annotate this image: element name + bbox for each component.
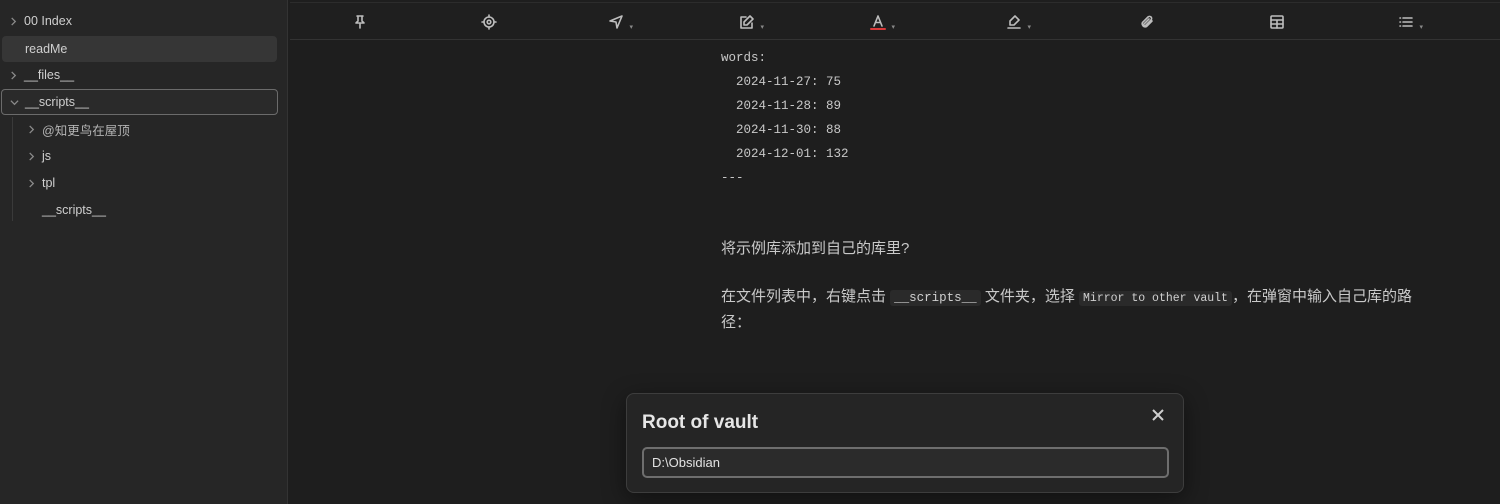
- navigate-icon: [609, 15, 623, 29]
- tree-item-label: __files__: [24, 68, 75, 82]
- file-explorer-sidebar: 00 Index readMe __files__ __scripts__ @知…: [0, 0, 288, 504]
- chevron-right-icon[interactable]: [6, 14, 20, 28]
- tree-item-author-folder[interactable]: @知更鸟在屋顶: [24, 116, 276, 142]
- locate-button[interactable]: [477, 12, 501, 32]
- target-icon: [481, 14, 497, 30]
- text-color-button[interactable]: ▾: [866, 12, 895, 32]
- list-button[interactable]: ▾: [1394, 12, 1423, 32]
- instruction-paragraph: 在文件列表中，右键点击 __scripts__ 文件夹，选择 Mirror to…: [721, 285, 1421, 335]
- instruction-text: 文件夹，选择: [980, 288, 1080, 305]
- tree-item-label: 00 Index: [24, 14, 72, 28]
- tree-item-scripts-file[interactable]: __scripts__: [42, 197, 276, 223]
- tree-item-readme[interactable]: readMe: [2, 36, 277, 62]
- tree-item-js[interactable]: js: [24, 143, 276, 169]
- instruction-text: 在文件列表中，右键点击: [721, 288, 891, 305]
- close-icon: [1152, 409, 1164, 421]
- table-button[interactable]: [1265, 12, 1289, 32]
- dropdown-caret-icon: ▾: [629, 24, 633, 31]
- tree-item-tpl[interactable]: tpl: [24, 170, 276, 196]
- tree-item-files[interactable]: __files__: [6, 62, 276, 88]
- tree-item-label: tpl: [42, 176, 56, 190]
- table-icon: [1270, 15, 1284, 29]
- tree-indent-guide: [12, 117, 13, 221]
- tree-item-label: __scripts__: [25, 95, 89, 109]
- tree-item-label: @知更鸟在屋顶: [42, 123, 130, 138]
- question-paragraph: 将示例库添加到自己的库里?: [721, 240, 910, 257]
- dropdown-caret-icon: ▾: [1027, 24, 1031, 31]
- chevron-right-icon[interactable]: [6, 68, 20, 82]
- tree-item-scripts-folder[interactable]: __scripts__: [1, 89, 278, 115]
- dropdown-caret-icon: ▾: [891, 24, 895, 31]
- frontmatter-key: words:: [721, 51, 767, 65]
- edit-icon: [740, 15, 754, 29]
- edit-button[interactable]: ▾: [735, 12, 764, 32]
- frontmatter-entry: 2024-12-01: 132: [721, 147, 849, 161]
- vault-path-input[interactable]: [642, 447, 1169, 478]
- dropdown-caret-icon: ▾: [1419, 24, 1423, 31]
- highlight-button[interactable]: ▾: [1002, 12, 1031, 32]
- chevron-right-icon[interactable]: [24, 122, 38, 136]
- inline-code-scripts: __scripts__: [890, 290, 981, 306]
- close-button[interactable]: [1149, 406, 1167, 424]
- tree-item-label: readMe: [25, 42, 68, 56]
- modal-title: Root of vault: [642, 412, 759, 433]
- frontmatter-end: ---: [721, 171, 744, 185]
- dropdown-caret-icon: ▾: [760, 24, 764, 31]
- pin-button[interactable]: [348, 12, 372, 32]
- frontmatter-entry: 2024-11-28: 89: [721, 99, 842, 113]
- pin-icon: [355, 15, 365, 29]
- tree-item-label: js: [42, 149, 52, 163]
- tree-item-label: __scripts__: [42, 203, 106, 217]
- frontmatter-entry: 2024-11-30: 88: [721, 123, 842, 137]
- editor-toolbar: ▾ ▾ ▾ ▾ ▾: [290, 2, 1500, 40]
- list-icon: [1399, 17, 1413, 27]
- text-color-icon: [870, 15, 886, 30]
- chevron-right-icon[interactable]: [24, 149, 38, 163]
- frontmatter-entry: 2024-11-27: 75: [721, 75, 842, 89]
- chevron-down-icon[interactable]: [7, 95, 21, 109]
- chevron-right-icon[interactable]: [24, 176, 38, 190]
- attachment-button[interactable]: [1135, 12, 1159, 32]
- tree-item-00-index[interactable]: 00 Index: [6, 8, 276, 34]
- navigate-button[interactable]: ▾: [604, 12, 633, 32]
- inline-code-mirror: Mirror to other vault: [1079, 291, 1232, 306]
- highlight-icon: [1007, 15, 1021, 29]
- attachment-icon: [1141, 15, 1153, 28]
- root-of-vault-modal: Root of vault: [626, 393, 1184, 493]
